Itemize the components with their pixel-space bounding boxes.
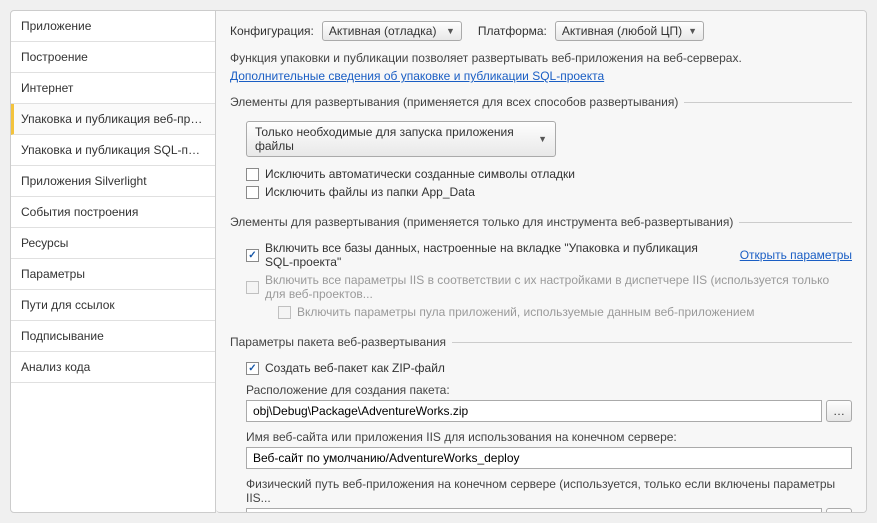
group-deploy-all-legend: Элементы для развертывания (применяется … [230,95,684,109]
include-iis-checkbox [246,281,259,294]
group-package-params-legend: Параметры пакета веб-развертывания [230,335,452,349]
sidebar-item-resources[interactable]: Ресурсы [11,228,215,259]
sidebar-item-build[interactable]: Построение [11,42,215,73]
chevron-down-icon: ▼ [538,134,547,144]
sidebar-item-package-web[interactable]: Упаковка и публикация веб-проекта* [11,104,215,135]
include-databases-label: Включить все базы данных, настроенные на… [265,241,728,269]
sidebar-item-web[interactable]: Интернет [11,73,215,104]
physical-path-label: Физический путь веб-приложения на конечн… [246,477,852,505]
browse-location-button[interactable]: … [826,400,852,422]
sidebar-item-app[interactable]: Приложение [11,11,215,42]
platform-label: Платформа: [478,24,547,38]
exclude-symbols-label: Исключить автоматически созданные символ… [265,167,575,181]
sidebar-item-package-sql[interactable]: Упаковка и публикация SQL-проекта [11,135,215,166]
platform-value: Активная (любой ЦП) [562,24,682,38]
open-parameters-link[interactable]: Открыть параметры [740,248,852,262]
package-location-label: Расположение для создания пакета: [246,383,852,397]
package-location-input[interactable] [246,400,822,422]
config-label: Конфигурация: [230,24,314,38]
group-deploy-webtool: Элементы для развертывания (применяется … [230,215,852,323]
deploy-items-value: Только необходимые для запуска приложени… [255,125,532,153]
config-dropdown[interactable]: Активная (отладка) ▼ [322,21,462,41]
sidebar-item-settings[interactable]: Параметры [11,259,215,290]
group-package-params: Параметры пакета веб-развертывания Созда… [230,335,852,513]
deploy-items-select[interactable]: Только необходимые для запуска приложени… [246,121,556,157]
iis-site-label: Имя веб-сайта или приложения IIS для исп… [246,430,852,444]
sidebar-item-signing[interactable]: Подписывание [11,321,215,352]
main-panel: Конфигурация: Активная (отладка) ▼ Платф… [216,10,867,513]
exclude-appdata-label: Исключить файлы из папки App_Data [265,185,475,199]
platform-dropdown[interactable]: Активная (любой ЦП) ▼ [555,21,704,41]
create-zip-label: Создать веб-пакет как ZIP-файл [265,361,445,375]
learn-more-link[interactable]: Дополнительные сведения об упаковке и пу… [230,69,604,83]
sidebar-item-reference-paths[interactable]: Пути для ссылок [11,290,215,321]
sidebar-item-silverlight[interactable]: Приложения Silverlight [11,166,215,197]
browse-physical-button[interactable]: … [826,508,852,513]
intro-text: Функция упаковки и публикации позволяет … [230,51,852,65]
include-iis-label: Включить все параметры IIS в соответстви… [265,273,852,301]
chevron-down-icon: ▼ [446,26,455,36]
exclude-symbols-checkbox[interactable] [246,168,259,181]
iis-site-input[interactable] [246,447,852,469]
config-value: Активная (отладка) [329,24,437,38]
exclude-appdata-checkbox[interactable] [246,186,259,199]
include-databases-checkbox[interactable] [246,249,259,262]
group-deploy-webtool-legend: Элементы для развертывания (применяется … [230,215,739,229]
sidebar: Приложение Построение Интернет Упаковка … [10,10,216,513]
physical-path-input[interactable] [246,508,822,513]
sidebar-item-code-analysis[interactable]: Анализ кода [11,352,215,383]
create-zip-checkbox[interactable] [246,362,259,375]
include-apppool-label: Включить параметры пула приложений, испо… [297,305,754,319]
include-apppool-checkbox [278,306,291,319]
chevron-down-icon: ▼ [688,26,697,36]
group-deploy-all: Элементы для развертывания (применяется … [230,95,852,203]
sidebar-item-build-events[interactable]: События построения [11,197,215,228]
